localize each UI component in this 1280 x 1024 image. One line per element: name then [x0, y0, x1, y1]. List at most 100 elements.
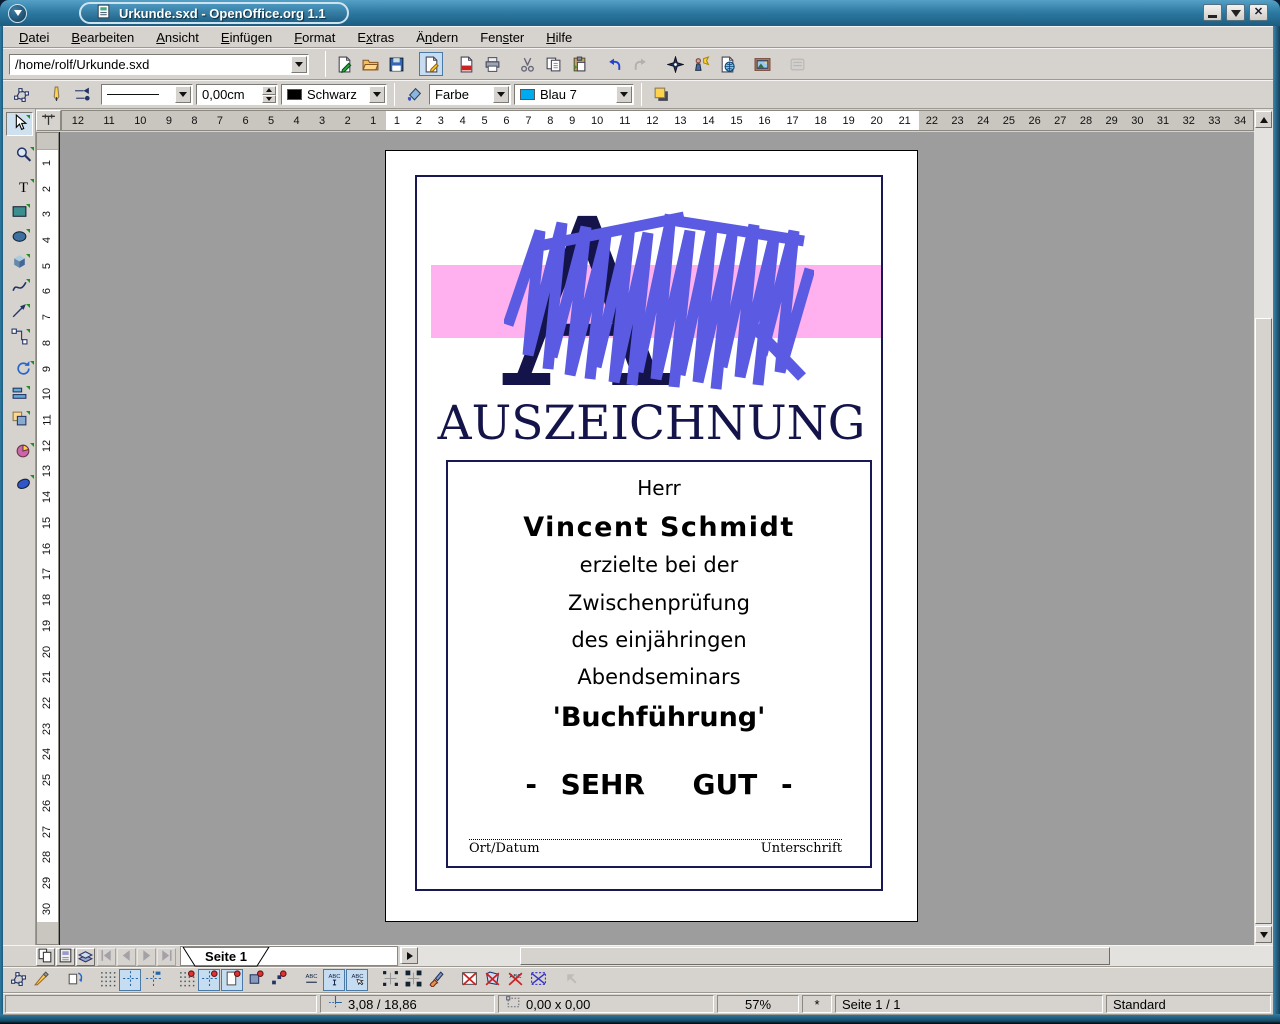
scroll-down-button[interactable] — [1255, 926, 1272, 943]
certificate-text-frame[interactable]: HerrVincent Schmidterzielte bei derZwisc… — [446, 460, 872, 868]
option-button[interactable] — [63, 969, 85, 991]
tool-button[interactable] — [6, 326, 33, 350]
menu-item[interactable]: Ändern — [406, 28, 468, 47]
scroll-right-button[interactable] — [401, 947, 418, 964]
tool-button[interactable] — [6, 201, 33, 225]
vertical-scroll-thumb[interactable] — [1255, 318, 1272, 924]
ruler-origin-box[interactable] — [36, 110, 61, 131]
option-button[interactable] — [142, 969, 164, 991]
fill-dialog-button[interactable] — [402, 83, 426, 107]
toolbar-button[interactable] — [715, 52, 739, 76]
option-button[interactable] — [221, 969, 243, 991]
url-combobox[interactable]: /home/rolf/Urkunde.sxd — [9, 54, 309, 75]
option-button[interactable] — [7, 969, 29, 991]
menu-item[interactable]: Format — [284, 28, 345, 47]
option-button[interactable]: ABC — [300, 969, 322, 991]
maximize-button[interactable] — [1226, 4, 1245, 21]
vertical-ruler[interactable]: 1234567891011121314151617181920212223242… — [36, 132, 59, 945]
menu-item[interactable]: Ansicht — [146, 28, 209, 47]
menu-item[interactable]: Datei — [9, 28, 59, 47]
horizontal-scrollbar[interactable] — [400, 946, 1273, 966]
horizontal-ruler[interactable]: 121110987654321 123456789101112131415161… — [61, 110, 1254, 131]
option-button[interactable] — [458, 969, 480, 991]
line-style-dropdown[interactable] — [175, 86, 191, 103]
fill-color-dropdown[interactable] — [616, 86, 632, 103]
fill-style-combobox[interactable]: Farbe — [429, 84, 511, 105]
toolbar-button[interactable] — [358, 52, 382, 76]
option-button[interactable] — [527, 969, 549, 991]
line-width-field[interactable]: 0,00cm — [196, 84, 278, 105]
option-button[interactable] — [481, 969, 503, 991]
view-mode-button[interactable] — [76, 948, 95, 966]
toolbar-button[interactable] — [750, 52, 774, 76]
line-style-combobox[interactable] — [101, 84, 193, 105]
view-mode-button[interactable] — [36, 948, 55, 966]
option-button[interactable] — [402, 969, 424, 991]
tool-button[interactable] — [6, 301, 33, 325]
sheet-tab[interactable]: Seite 1 — [181, 947, 271, 967]
line-width-spinner[interactable] — [262, 86, 276, 103]
page-nav-button[interactable] — [117, 948, 136, 966]
toolbar-button[interactable] — [480, 52, 504, 76]
scroll-up-button[interactable] — [1255, 111, 1272, 128]
line-color-dropdown[interactable] — [369, 86, 385, 103]
tool-button[interactable] — [6, 276, 33, 300]
menu-item[interactable]: Hilfe — [536, 28, 582, 47]
page-nav-button[interactable] — [137, 948, 156, 966]
status-zoom-cell[interactable]: 57% — [717, 995, 799, 1013]
option-button[interactable] — [560, 969, 582, 991]
document-page[interactable]: A AUSZEICHNUNG He — [385, 150, 918, 922]
drawing-canvas[interactable]: A AUSZEICHNUNG He — [60, 132, 1254, 945]
status-template-cell[interactable]: Standard — [1106, 995, 1271, 1013]
option-button[interactable] — [175, 969, 197, 991]
toolbar-button[interactable] — [384, 52, 408, 76]
tool-button[interactable] — [6, 226, 33, 250]
option-button[interactable] — [30, 969, 52, 991]
menu-item[interactable]: Einfügen — [211, 28, 282, 47]
menu-item[interactable]: Bearbeiten — [61, 28, 144, 47]
toolbar-button[interactable] — [419, 52, 443, 76]
option-button[interactable] — [267, 969, 289, 991]
tool-button[interactable] — [10, 144, 37, 168]
toolbar-button[interactable] — [628, 52, 652, 76]
option-button[interactable]: ABC — [323, 969, 345, 991]
option-button[interactable] — [379, 969, 401, 991]
option-button[interactable] — [425, 969, 447, 991]
toolbar-button[interactable] — [9, 83, 33, 107]
toolbar-button[interactable] — [785, 52, 809, 76]
menu-item[interactable]: Extras — [347, 28, 404, 47]
line-color-combobox[interactable]: Schwarz — [281, 84, 387, 105]
horizontal-scroll-thumb[interactable] — [520, 947, 1110, 965]
option-button[interactable]: ABC — [346, 969, 368, 991]
tool-button[interactable] — [6, 383, 33, 407]
fill-style-dropdown[interactable] — [493, 86, 509, 103]
status-size-cell[interactable]: 0,00 x 0,00 — [498, 995, 714, 1013]
tool-button[interactable] — [10, 440, 37, 464]
close-button[interactable]: ✕ — [1249, 4, 1268, 21]
window-menu-button[interactable] — [8, 4, 27, 23]
url-dropdown-button[interactable] — [291, 56, 307, 73]
toolbar-button[interactable] — [567, 52, 591, 76]
view-mode-button[interactable] — [56, 948, 75, 966]
toolbar-button[interactable] — [515, 52, 539, 76]
option-button[interactable] — [198, 969, 220, 991]
toolbar-button[interactable] — [70, 83, 94, 107]
toolbar-button[interactable] — [44, 83, 68, 107]
tool-button[interactable] — [6, 408, 33, 432]
fill-color-combobox[interactable]: Blau 7 — [514, 84, 634, 105]
toolbar-button[interactable] — [332, 52, 356, 76]
option-button[interactable] — [244, 969, 266, 991]
toolbar-button[interactable] — [689, 52, 713, 76]
tool-button[interactable]: T — [10, 176, 37, 200]
option-button[interactable]: ABC — [504, 969, 526, 991]
tool-button[interactable] — [6, 251, 33, 275]
minimize-button[interactable] — [1203, 4, 1222, 21]
shadow-button[interactable] — [649, 83, 673, 107]
tool-button[interactable] — [10, 472, 37, 496]
tool-button[interactable] — [6, 112, 33, 136]
toolbar-button[interactable] — [663, 52, 687, 76]
page-nav-button[interactable] — [157, 948, 176, 966]
toolbar-button[interactable] — [602, 52, 626, 76]
menu-item[interactable]: Fenster — [470, 28, 534, 47]
vertical-scrollbar[interactable] — [1254, 109, 1273, 945]
